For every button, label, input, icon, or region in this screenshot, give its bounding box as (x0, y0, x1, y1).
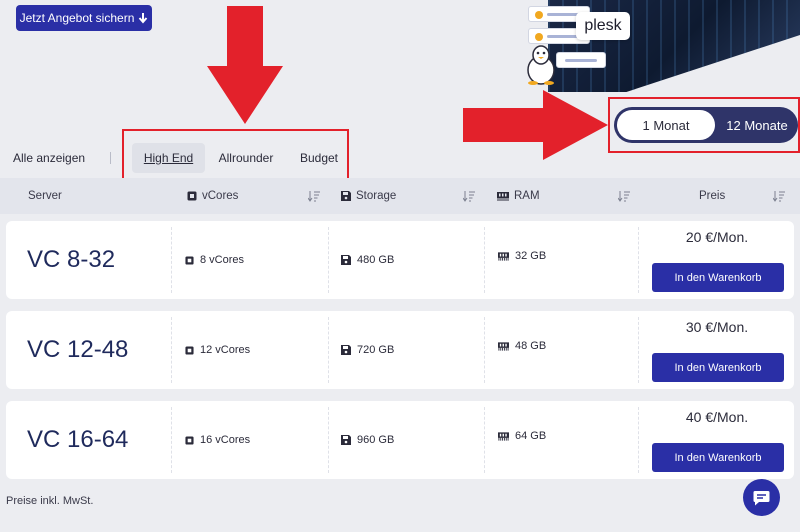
table-row: VC 12-48 12 vCores 720 GB 48 GB 30 €/Mon… (6, 311, 794, 389)
table-row: VC 16-64 16 vCores 960 GB 64 GB 40 €/Mon… (6, 401, 794, 479)
offer-button[interactable]: Jetzt Angebot sichern (16, 5, 152, 31)
ram-cell: 48 GB (498, 307, 546, 385)
column-divider (484, 227, 485, 293)
header-server[interactable]: Server (28, 178, 62, 214)
cpu-icon (187, 191, 197, 201)
column-divider (171, 227, 172, 293)
ram-cell: 32 GB (498, 217, 546, 295)
billing-option-1-month[interactable]: 1 Monat (617, 110, 715, 140)
annotation-arrow-down (207, 6, 283, 124)
ram-icon (498, 431, 509, 441)
annotation-arrow-right (463, 90, 608, 160)
floppy-icon (341, 191, 351, 201)
column-divider (328, 317, 329, 383)
column-divider (484, 317, 485, 383)
filter-divider (110, 152, 111, 164)
sort-icon[interactable] (618, 190, 630, 202)
price-label: 20 €/Mon. (685, 229, 749, 245)
offer-button-label: Jetzt Angebot sichern (19, 11, 135, 25)
cpu-icon (185, 435, 194, 445)
chat-button[interactable] (743, 479, 780, 516)
column-divider (484, 407, 485, 473)
chat-icon (753, 490, 770, 505)
billing-option-12-months[interactable]: 12 Monate (718, 110, 796, 140)
filter-show-all[interactable]: Alle anzeigen (13, 151, 85, 165)
table-row: VC 8-32 8 vCores 480 GB 32 GB 20 €/Mon. … (6, 221, 794, 299)
floppy-icon (341, 255, 351, 265)
column-divider (638, 407, 639, 473)
ram-icon (498, 251, 509, 261)
cpu-icon (185, 345, 194, 355)
tab-high-end[interactable]: High End (132, 143, 205, 173)
server-name: VC 16-64 (27, 426, 129, 453)
column-divider (171, 317, 172, 383)
vcores-cell: 8 vCores (185, 221, 244, 299)
linux-tux-icon (527, 45, 555, 85)
add-to-cart-button[interactable]: In den Warenkorb (652, 443, 784, 472)
table-header: Server vCores Storage RAM Preis (0, 178, 800, 214)
storage-cell: 720 GB (341, 311, 394, 389)
vcores-cell: 12 vCores (185, 311, 250, 389)
server-name: VC 12-48 (27, 336, 129, 363)
tab-allrounder[interactable]: Allrounder (210, 143, 282, 173)
add-to-cart-button[interactable]: In den Warenkorb (652, 263, 784, 292)
header-storage[interactable]: Storage (341, 178, 396, 214)
plesk-logo: plesk (576, 12, 630, 40)
ram-cell: 64 GB (498, 397, 546, 475)
column-divider (638, 317, 639, 383)
header-price[interactable]: Preis (699, 178, 725, 214)
billing-period-toggle[interactable]: 1 Monat 12 Monate (614, 107, 798, 143)
vcores-cell: 16 vCores (185, 401, 250, 479)
column-divider (328, 407, 329, 473)
storage-cell: 480 GB (341, 221, 394, 299)
server-name: VC 8-32 (27, 246, 116, 273)
floppy-icon (341, 345, 351, 355)
server-panel (556, 52, 606, 68)
ram-icon (497, 191, 509, 201)
hero-illustration: plesk (520, 0, 800, 92)
cpu-icon (185, 255, 194, 265)
floppy-icon (341, 435, 351, 445)
price-note: Preise inkl. MwSt. (6, 495, 94, 507)
header-vcores[interactable]: vCores (187, 178, 238, 214)
sort-icon[interactable] (773, 190, 785, 202)
header-ram[interactable]: RAM (497, 178, 540, 214)
column-divider (171, 407, 172, 473)
add-to-cart-button[interactable]: In den Warenkorb (652, 353, 784, 382)
arrow-down-icon (139, 12, 148, 24)
storage-cell: 960 GB (341, 401, 394, 479)
tab-budget[interactable]: Budget (292, 143, 346, 173)
sort-icon[interactable] (308, 190, 320, 202)
price-label: 30 €/Mon. (685, 319, 749, 335)
column-divider (328, 227, 329, 293)
column-divider (638, 227, 639, 293)
ram-icon (498, 341, 509, 351)
price-label: 40 €/Mon. (685, 409, 749, 425)
sort-icon[interactable] (463, 190, 475, 202)
